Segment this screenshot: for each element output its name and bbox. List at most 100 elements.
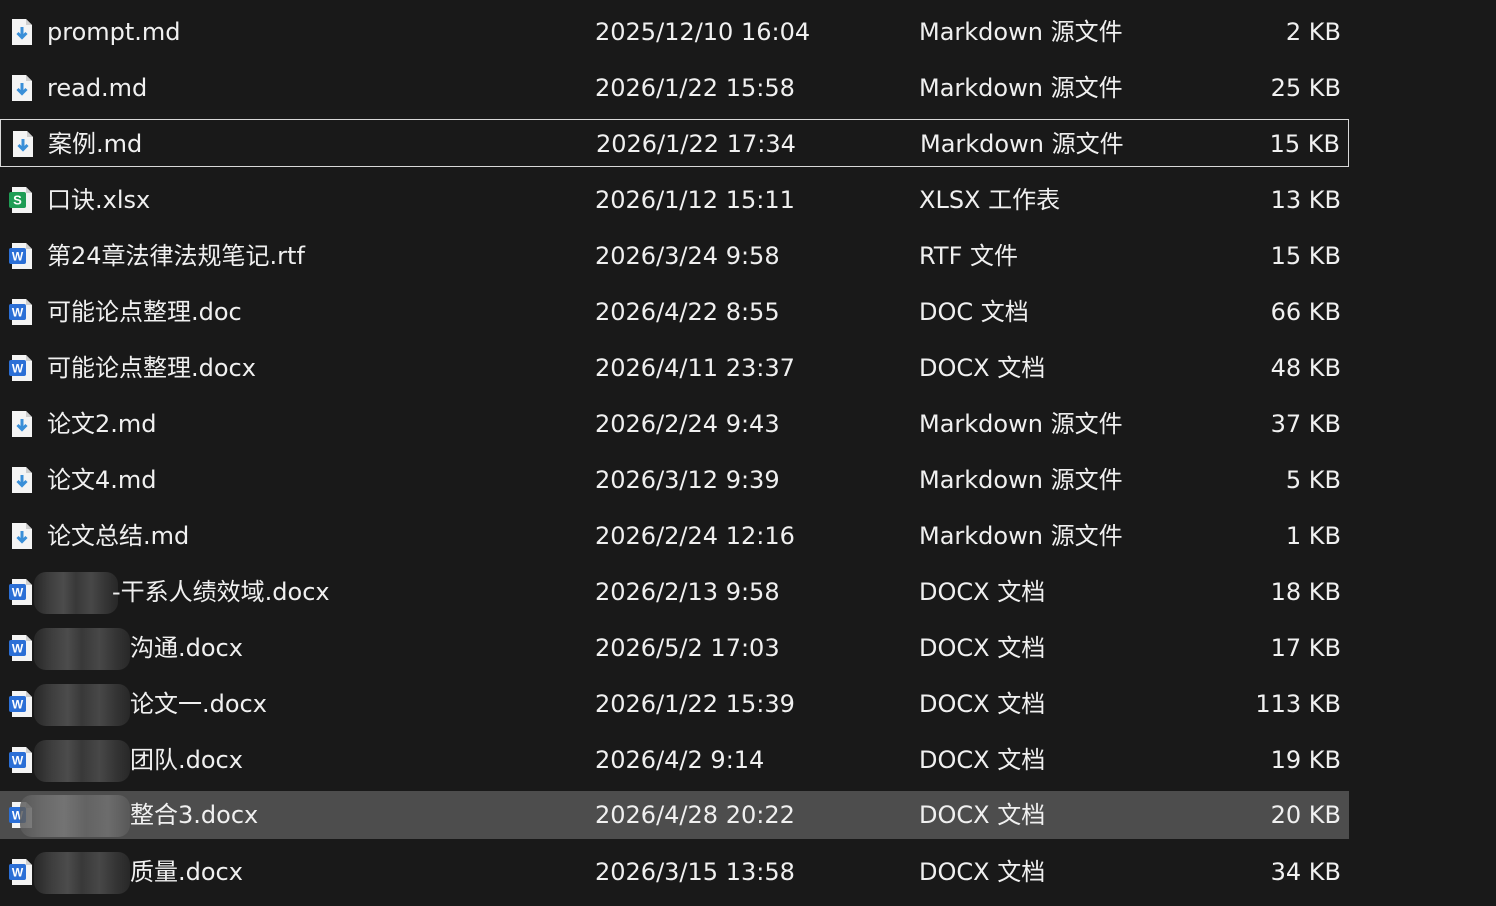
word-file-icon: W <box>9 635 32 661</box>
file-date: 2026/3/15 13:58 <box>595 858 795 886</box>
file-name: 论文2.md <box>47 410 157 438</box>
redacted-name-blur <box>34 740 130 782</box>
file-name: 质量.docx <box>130 858 243 886</box>
file-name: 第24章法律法规笔记.rtf <box>47 242 305 270</box>
file-size: 113 KB <box>1255 690 1341 718</box>
file-name: 论文4.md <box>47 466 157 494</box>
file-date: 2025/12/10 16:04 <box>595 18 811 46</box>
file-name: prompt.md <box>47 18 181 46</box>
file-size: 1 KB <box>1285 522 1341 550</box>
file-date: 2026/2/13 9:58 <box>595 578 780 606</box>
file-name: 整合3.docx <box>130 801 259 829</box>
redacted-name-blur <box>20 795 130 837</box>
file-size: 48 KB <box>1270 354 1341 382</box>
word-file-icon: W <box>9 355 32 381</box>
file-row[interactable]: W 沟通.docx 2026/5/2 17:03 DOCX 文档 17 KB <box>0 624 1349 672</box>
file-date: 2026/1/12 15:11 <box>595 186 795 214</box>
file-row-selected[interactable]: W 整合3.docx 2026/4/28 20:22 DOCX 文档 20 KB <box>0 791 1349 839</box>
file-name: 沟通.docx <box>130 634 243 662</box>
file-type: Markdown 源文件 <box>919 410 1123 438</box>
redacted-name-blur <box>34 852 130 894</box>
file-size: 19 KB <box>1270 746 1341 774</box>
file-type: RTF 文件 <box>919 242 1019 270</box>
file-size: 37 KB <box>1270 410 1341 438</box>
file-name: 团队.docx <box>130 746 243 774</box>
file-size: 17 KB <box>1270 634 1341 662</box>
markdown-file-icon <box>13 131 33 157</box>
file-name: 口诀.xlsx <box>47 186 151 214</box>
file-row[interactable]: 论文4.md 2026/3/12 9:39 Markdown 源文件 5 KB <box>0 456 1349 504</box>
file-type: DOCX 文档 <box>919 858 1046 886</box>
file-type: Markdown 源文件 <box>919 74 1123 102</box>
file-type: DOCX 文档 <box>919 634 1046 662</box>
file-name: 可能论点整理.doc <box>47 298 242 326</box>
file-date: 2026/1/22 17:34 <box>596 130 796 158</box>
file-list: prompt.md 2025/12/10 16:04 Markdown 源文件 … <box>0 0 1496 906</box>
file-row[interactable]: 论文2.md 2026/2/24 9:43 Markdown 源文件 37 KB <box>0 400 1349 448</box>
file-date: 2026/4/28 20:22 <box>595 801 795 829</box>
file-row[interactable]: W -干系人绩效域.docx 2026/2/13 9:58 DOCX 文档 18… <box>0 568 1349 616</box>
file-size: 15 KB <box>1270 242 1341 270</box>
file-row-focused[interactable]: 案例.md 2026/1/22 17:34 Markdown 源文件 15 KB <box>0 119 1349 167</box>
file-date: 2026/3/12 9:39 <box>595 466 780 494</box>
markdown-file-icon <box>12 467 32 493</box>
file-type: Markdown 源文件 <box>919 522 1123 550</box>
word-file-icon: W <box>9 747 32 773</box>
svg-text:W: W <box>12 586 24 600</box>
file-date: 2026/2/24 12:16 <box>595 522 795 550</box>
file-type: Markdown 源文件 <box>920 130 1124 158</box>
file-size: 18 KB <box>1270 578 1341 606</box>
word-file-icon: W <box>9 243 32 269</box>
file-row[interactable]: W 可能论点整理.doc 2026/4/22 8:55 DOC 文档 66 KB <box>0 288 1349 336</box>
file-type: DOCX 文档 <box>919 746 1046 774</box>
file-size: 15 KB <box>1269 130 1340 158</box>
svg-text:W: W <box>12 754 24 768</box>
word-file-icon: W <box>9 579 32 605</box>
word-file-icon: W <box>9 859 32 885</box>
markdown-file-icon <box>12 411 32 437</box>
word-file-icon: W <box>9 691 32 717</box>
file-size: 2 KB <box>1285 18 1341 46</box>
file-name: 可能论点整理.docx <box>47 354 256 382</box>
file-name: read.md <box>47 74 148 102</box>
file-date: 2026/4/11 23:37 <box>595 354 795 382</box>
file-date: 2026/1/22 15:39 <box>595 690 795 718</box>
file-name: 案例.md <box>48 130 143 158</box>
file-row[interactable]: read.md 2026/1/22 15:58 Markdown 源文件 25 … <box>0 64 1349 112</box>
file-date: 2026/1/22 15:58 <box>595 74 795 102</box>
file-date: 2026/2/24 9:43 <box>595 410 780 438</box>
file-size: 13 KB <box>1270 186 1341 214</box>
svg-text:S: S <box>13 193 22 208</box>
file-date: 2026/3/24 9:58 <box>595 242 780 270</box>
file-row[interactable]: W 论文一.docx 2026/1/22 15:39 DOCX 文档 113 K… <box>0 680 1349 728</box>
file-row[interactable]: W 团队.docx 2026/4/2 9:14 DOCX 文档 19 KB <box>0 736 1349 784</box>
file-type: DOCX 文档 <box>919 354 1046 382</box>
file-row[interactable]: W 第24章法律法规笔记.rtf 2026/3/24 9:58 RTF 文件 1… <box>0 232 1349 280</box>
file-name: 论文总结.md <box>47 522 190 550</box>
file-row[interactable]: W 可能论点整理.docx 2026/4/11 23:37 DOCX 文档 48… <box>0 344 1349 392</box>
file-row[interactable]: 论文总结.md 2026/2/24 12:16 Markdown 源文件 1 K… <box>0 512 1349 560</box>
file-name: -干系人绩效域.docx <box>112 578 330 606</box>
file-date: 2026/4/2 9:14 <box>595 746 765 774</box>
redacted-name-blur <box>34 572 118 614</box>
file-row[interactable]: S 口诀.xlsx 2026/1/12 15:11 XLSX 工作表 13 KB <box>0 176 1349 224</box>
file-date: 2026/5/2 17:03 <box>595 634 780 662</box>
redacted-name-blur <box>34 684 130 726</box>
markdown-file-icon <box>12 19 32 45</box>
file-type: DOCX 文档 <box>919 801 1046 829</box>
svg-text:W: W <box>12 250 24 264</box>
svg-text:W: W <box>12 642 24 656</box>
svg-text:W: W <box>12 866 24 880</box>
file-row[interactable]: W 质量.docx 2026/3/15 13:58 DOCX 文档 34 KB <box>0 848 1349 896</box>
word-file-icon: W <box>9 299 32 325</box>
redacted-name-blur <box>34 628 130 670</box>
file-type: DOC 文档 <box>919 298 1029 326</box>
file-row[interactable]: prompt.md 2025/12/10 16:04 Markdown 源文件 … <box>0 8 1349 56</box>
file-size: 25 KB <box>1270 74 1341 102</box>
file-type: DOCX 文档 <box>919 578 1046 606</box>
markdown-file-icon <box>12 75 32 101</box>
file-type: XLSX 工作表 <box>919 186 1061 214</box>
svg-text:W: W <box>12 698 24 712</box>
markdown-file-icon <box>12 523 32 549</box>
file-size: 20 KB <box>1270 801 1341 829</box>
